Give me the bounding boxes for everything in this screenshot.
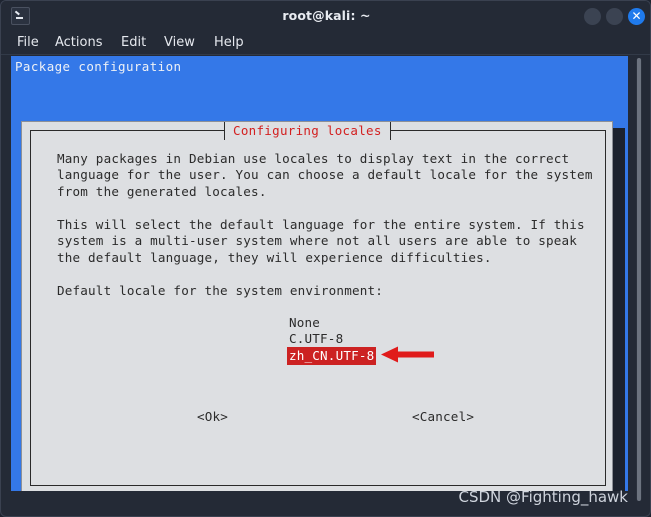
terminal-window: root@kali: ~ ✕ File Actions Edit View He… [0,0,651,517]
locale-option-none[interactable]: None [289,315,320,331]
package-configuration-header: Package configuration [15,59,182,74]
dialog-prompt-label: Default locale for the system environmen… [57,283,384,298]
close-button[interactable]: ✕ [628,8,645,25]
menu-item-actions[interactable]: Actions [55,31,103,55]
menu-item-view[interactable]: View [164,31,195,55]
menubar: File Actions Edit View Help [1,31,650,55]
close-icon: ✕ [631,9,642,23]
configuring-locales-dialog: Configuring locales Many packages in Deb… [21,121,613,491]
terminal-screen[interactable]: Package configuration Configuring locale… [11,56,628,491]
locale-option-zh-cn-utf8-selected[interactable]: zh_CN.UTF-8 [287,347,377,365]
vertical-scrollbar[interactable] [636,58,642,501]
dialog-title: Configuring locales [224,122,391,140]
dialog-paragraph-2: This will select the default language fo… [57,217,585,265]
left-arrow-annotation-icon [381,346,434,363]
minimize-button[interactable] [584,8,601,25]
menu-item-edit[interactable]: Edit [121,31,146,55]
watermark-text: CSDN @Fighting_hawk [458,488,629,506]
window-titlebar: root@kali: ~ ✕ [1,1,650,31]
scrollbar-thumb[interactable] [637,58,641,501]
cancel-button[interactable]: <Cancel> [412,409,474,424]
ok-button[interactable]: <Ok> [197,409,228,424]
dialog-paragraph-1: Many packages in Debian use locales to d… [57,151,593,199]
dialog-inner-frame: Configuring locales Many packages in Deb… [30,122,606,486]
menu-item-file[interactable]: File [17,31,39,55]
dialog-title-bar: Configuring locales [31,122,607,140]
window-title: root@kali: ~ [282,8,371,23]
maximize-button[interactable] [606,8,623,25]
locale-option-c-utf8[interactable]: C.UTF-8 [289,331,343,347]
menu-item-help[interactable]: Help [214,31,244,55]
